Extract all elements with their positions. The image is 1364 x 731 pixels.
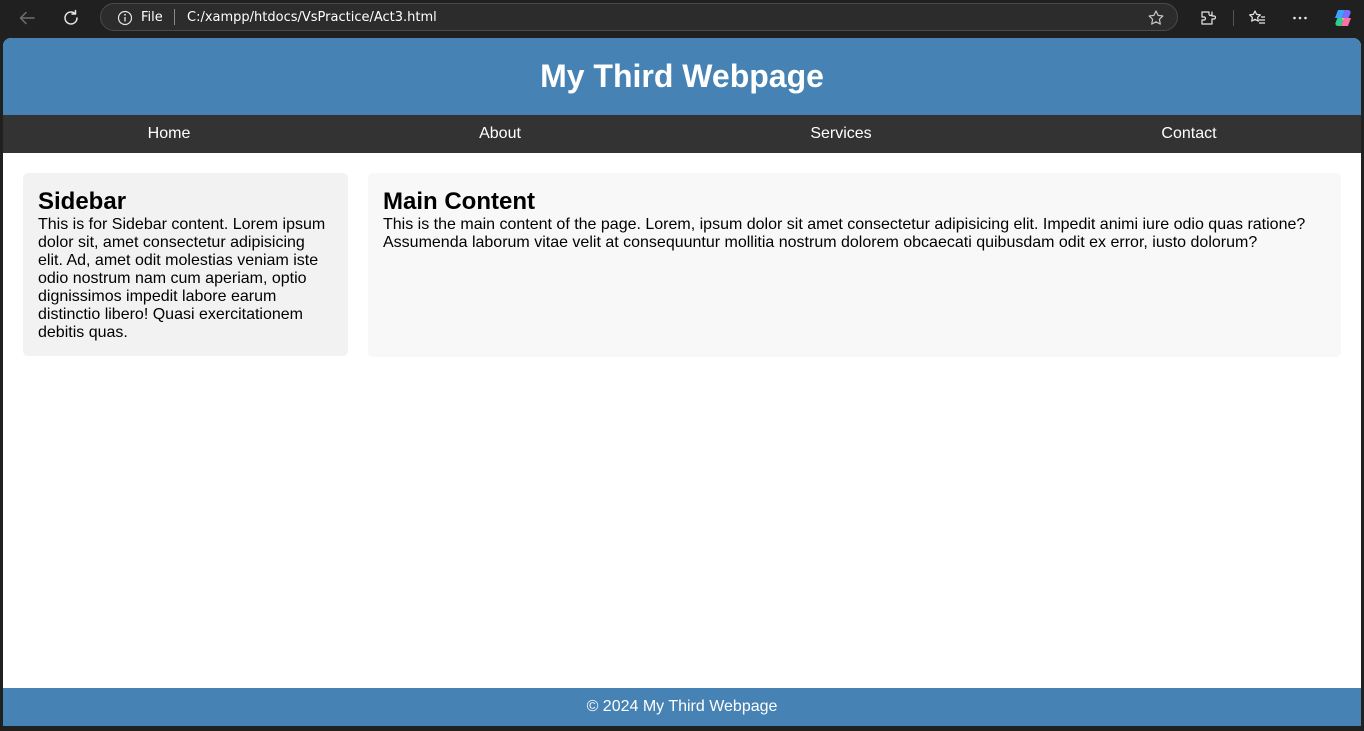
favorites-icon[interactable] (1247, 8, 1267, 28)
info-icon[interactable] (117, 10, 133, 31)
extensions-icon[interactable] (1198, 8, 1218, 28)
address-url[interactable]: C:/xampp/htdocs/VsPractice/Act3.html (187, 10, 437, 25)
refresh-icon (61, 8, 81, 28)
star-icon[interactable] (1147, 9, 1165, 32)
copilot-icon[interactable] (1331, 6, 1355, 30)
address-bar[interactable]: File C:/xampp/htdocs/VsPractice/Act3.htm… (100, 3, 1178, 31)
back-button[interactable] (13, 6, 41, 30)
page-viewport: My Third Webpage Home About Services Con… (3, 38, 1361, 726)
refresh-button[interactable] (57, 6, 85, 30)
footer-text: © 2024 My Third Webpage (586, 698, 778, 715)
main-heading: Main Content (383, 188, 535, 215)
toolbar-divider (1233, 10, 1234, 26)
address-divider (174, 9, 175, 25)
main-text: This is the main content of the page. Lo… (383, 216, 1306, 251)
back-arrow-icon (17, 8, 37, 28)
page-title: My Third Webpage (540, 58, 824, 94)
main-content: Main Content This is the main content of… (368, 173, 1341, 357)
more-icon[interactable] (1290, 8, 1310, 28)
nav-link-about[interactable]: About (479, 115, 521, 153)
sidebar-text: This is for Sidebar content. Lorem ipsum… (38, 216, 326, 341)
main-nav: Home About Services Contact (3, 115, 1361, 153)
browser-toolbar: File C:/xampp/htdocs/VsPractice/Act3.htm… (0, 0, 1364, 36)
address-scheme: File (141, 10, 163, 25)
page-footer: © 2024 My Third Webpage (3, 688, 1361, 726)
nav-link-home[interactable]: Home (148, 115, 191, 153)
nav-link-contact[interactable]: Contact (1161, 115, 1216, 153)
sidebar: Sidebar This is for Sidebar content. Lor… (23, 173, 348, 356)
nav-link-services[interactable]: Services (810, 115, 871, 153)
page-header: My Third Webpage (3, 38, 1361, 115)
sidebar-heading: Sidebar (38, 188, 127, 215)
